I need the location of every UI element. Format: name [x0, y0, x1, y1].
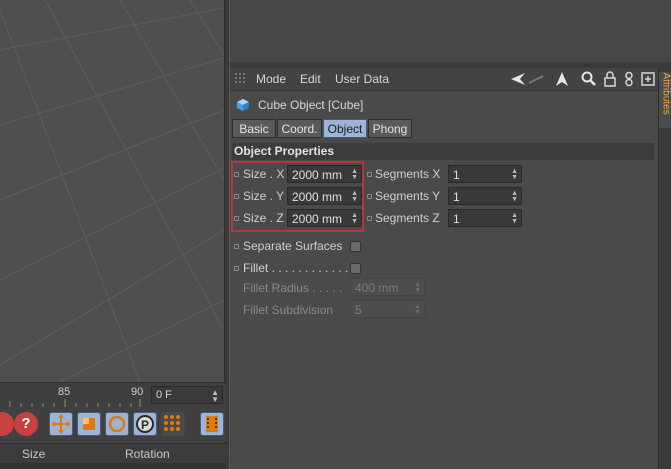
record-icon[interactable]	[0, 412, 14, 436]
object-title-row: Cube Object [Cube]	[230, 96, 658, 114]
animate-toggle-icon[interactable]	[234, 172, 239, 177]
fillet-radius-label: Fillet Radius . . . . .	[243, 281, 343, 295]
size-z-field[interactable]: 2000 mm ▲ ▼	[287, 209, 362, 227]
help-icon[interactable]: ?	[14, 412, 38, 436]
stepper-arrows-icon[interactable]: ▲ ▼	[511, 212, 518, 225]
tool-bar: ? P	[0, 408, 226, 442]
stepper-arrows-icon[interactable]: ▲ ▼	[511, 168, 518, 181]
animate-toggle-icon[interactable]	[367, 194, 372, 199]
animate-toggle-icon[interactable]	[234, 266, 239, 271]
animate-toggle-icon[interactable]	[367, 216, 372, 221]
menu-edit[interactable]: Edit	[300, 72, 321, 86]
stepper-arrows-icon[interactable]: ▲ ▼	[351, 212, 358, 225]
tab-basic[interactable]: Basic	[232, 119, 276, 138]
segments-x-label: Segments X	[375, 167, 441, 181]
fillet-radius-field[interactable]: 400 mm ▲ ▼	[350, 278, 425, 296]
coordinates-header: Size Rotation	[0, 443, 226, 464]
rotation-column-label: Rotation	[125, 447, 170, 461]
size-x-field[interactable]: 2000 mm ▲ ▼	[287, 165, 362, 183]
tab-attributes-vertical[interactable]: Attributes	[659, 72, 671, 128]
size-z-value: 2000 mm	[292, 212, 343, 226]
segments-y-field[interactable]: 1 ▲ ▼	[448, 187, 522, 205]
arrow-back-icon[interactable]	[510, 72, 526, 86]
move-icon[interactable]	[49, 412, 73, 436]
animate-toggle-icon[interactable]	[234, 244, 239, 249]
segments-x-field[interactable]: 1 ▲ ▼	[448, 165, 522, 183]
stepper-arrows-icon[interactable]: ▲ ▼	[351, 190, 358, 203]
arrow-up-icon[interactable]	[555, 71, 569, 87]
timeline[interactable]: 85 90 0 F ▲ ▼	[0, 382, 226, 409]
stepper-arrows-icon[interactable]: ▲ ▼	[211, 389, 219, 404]
fillet-label: Fillet . . . . . . . . . . . .	[243, 261, 349, 275]
size-x-value: 2000 mm	[292, 168, 343, 182]
fillet-subdivision-value: 5	[355, 303, 362, 317]
grid-icon[interactable]	[161, 412, 185, 436]
tab-object[interactable]: Object	[323, 119, 367, 138]
size-y-field[interactable]: 2000 mm ▲ ▼	[287, 187, 362, 205]
svg-text:P: P	[141, 418, 149, 432]
current-frame-field[interactable]: 0 F ▲ ▼	[151, 386, 223, 404]
coordinates-panel	[0, 463, 226, 469]
animate-toggle-icon[interactable]	[234, 194, 239, 199]
section-header: Object Properties	[232, 143, 654, 160]
size-y-label: Size . Y	[243, 189, 285, 203]
size-y-value: 2000 mm	[292, 190, 343, 204]
link-icon[interactable]	[624, 71, 634, 87]
separate-surfaces-checkbox[interactable]	[350, 241, 361, 252]
segments-y-value: 1	[453, 190, 460, 204]
viewport-grid	[0, 0, 224, 382]
tab-attributes-label: Attributes	[660, 72, 671, 115]
stepper-arrows-icon[interactable]: ▲ ▼	[511, 190, 518, 203]
menu-user-data[interactable]: User Data	[335, 72, 389, 86]
menu-mode[interactable]: Mode	[256, 72, 286, 86]
grip-icon[interactable]	[235, 73, 247, 85]
segments-x-value: 1	[453, 168, 460, 182]
size-column-label: Size	[22, 447, 46, 461]
arrow-forward-icon[interactable]	[527, 72, 545, 86]
stepper-arrows-icon: ▲ ▼	[414, 303, 421, 316]
tick-label: 85	[58, 386, 71, 398]
segments-z-field[interactable]: 1 ▲ ▼	[448, 209, 522, 227]
fillet-subdivision-field[interactable]: 5 ▲ ▼	[350, 300, 425, 318]
new-window-icon[interactable]	[641, 71, 655, 87]
object-title: Cube Object [Cube]	[258, 98, 364, 112]
separate-surfaces-label: Separate Surfaces	[243, 239, 343, 253]
stepper-arrows-icon[interactable]: ▲ ▼	[351, 168, 358, 181]
stepper-arrows-icon: ▲ ▼	[414, 281, 421, 294]
size-z-label: Size . Z	[243, 211, 284, 225]
segments-y-label: Segments Y	[375, 189, 441, 203]
object-manager[interactable]	[230, 0, 671, 63]
attributes-panel: Mode Edit User Data Cube Object [Cube] B…	[230, 68, 658, 469]
film-icon[interactable]	[200, 412, 224, 436]
viewport[interactable]	[0, 0, 224, 382]
lock-icon[interactable]	[603, 71, 617, 87]
cube-icon	[237, 99, 249, 111]
segments-z-value: 1	[453, 212, 460, 226]
fillet-radius-value: 400 mm	[355, 281, 399, 295]
fillet-checkbox[interactable]	[350, 263, 361, 274]
timeline-ruler[interactable]: 85 90	[0, 383, 148, 409]
tab-phong[interactable]: Phong	[368, 119, 412, 138]
search-icon[interactable]	[581, 71, 597, 87]
size-x-label: Size . X	[243, 167, 285, 181]
fillet-subdivision-label: Fillet Subdivision	[243, 303, 334, 317]
scale-icon[interactable]	[77, 412, 101, 436]
tab-coord[interactable]: Coord.	[277, 119, 322, 138]
animate-toggle-icon[interactable]	[367, 172, 372, 177]
attributes-menubar: Mode Edit User Data	[230, 68, 658, 91]
rotate-icon[interactable]	[105, 412, 129, 436]
side-tab-bar: Attributes	[658, 68, 671, 469]
tick-label: 90	[131, 386, 144, 398]
animate-toggle-icon[interactable]	[234, 216, 239, 221]
current-frame-value: 0 F	[156, 389, 172, 401]
segments-z-label: Segments Z	[375, 211, 440, 225]
points-mode-icon[interactable]: P	[133, 412, 157, 436]
